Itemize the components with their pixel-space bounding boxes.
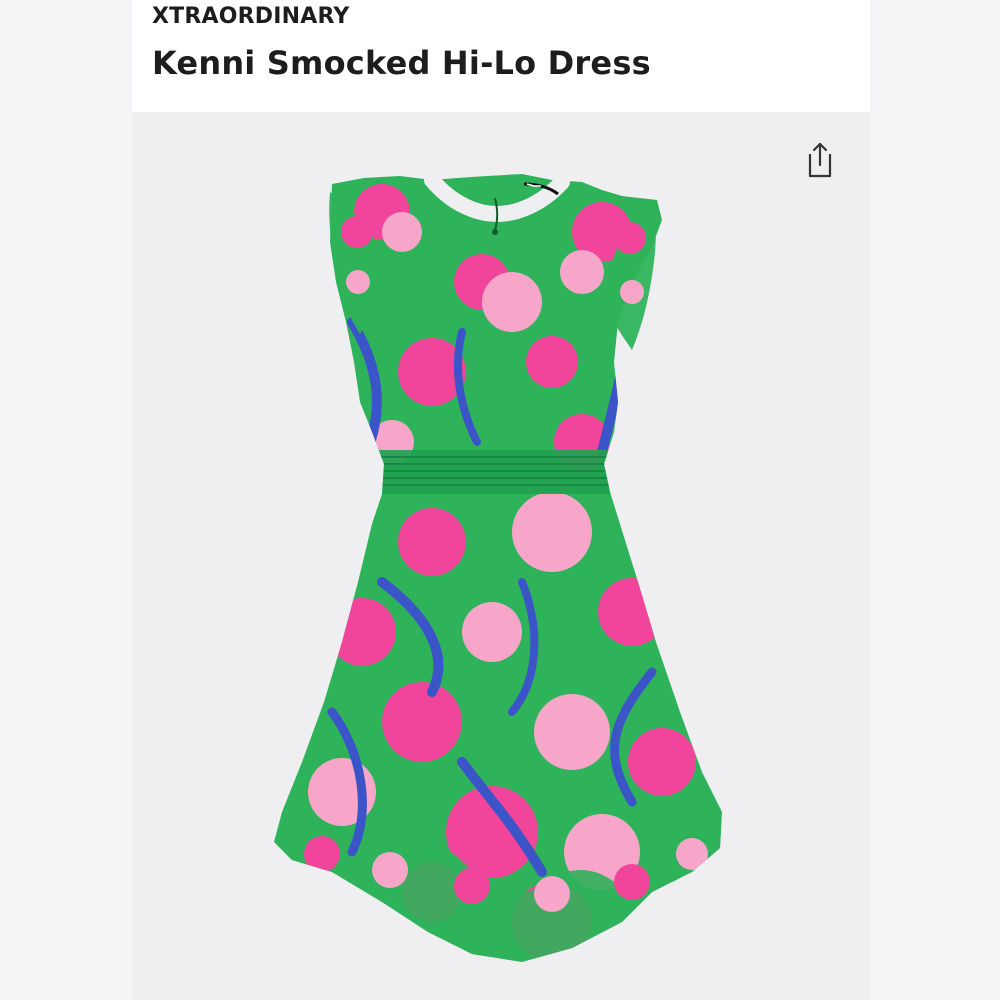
brand-name: XTRAORDINARY — [152, 4, 350, 29]
share-button[interactable] — [804, 140, 836, 182]
product-title: Kenni Smocked Hi-Lo Dress — [152, 44, 651, 82]
dress-image[interactable] — [132, 112, 870, 1000]
product-image-panel — [132, 112, 870, 1000]
product-page: XTRAORDINARY Kenni Smocked Hi-Lo Dress — [0, 0, 1000, 1000]
right-gutter — [870, 0, 1000, 1000]
product-header: XTRAORDINARY Kenni Smocked Hi-Lo Dress — [132, 0, 870, 112]
share-icon — [808, 142, 832, 178]
left-gutter — [0, 0, 132, 1000]
